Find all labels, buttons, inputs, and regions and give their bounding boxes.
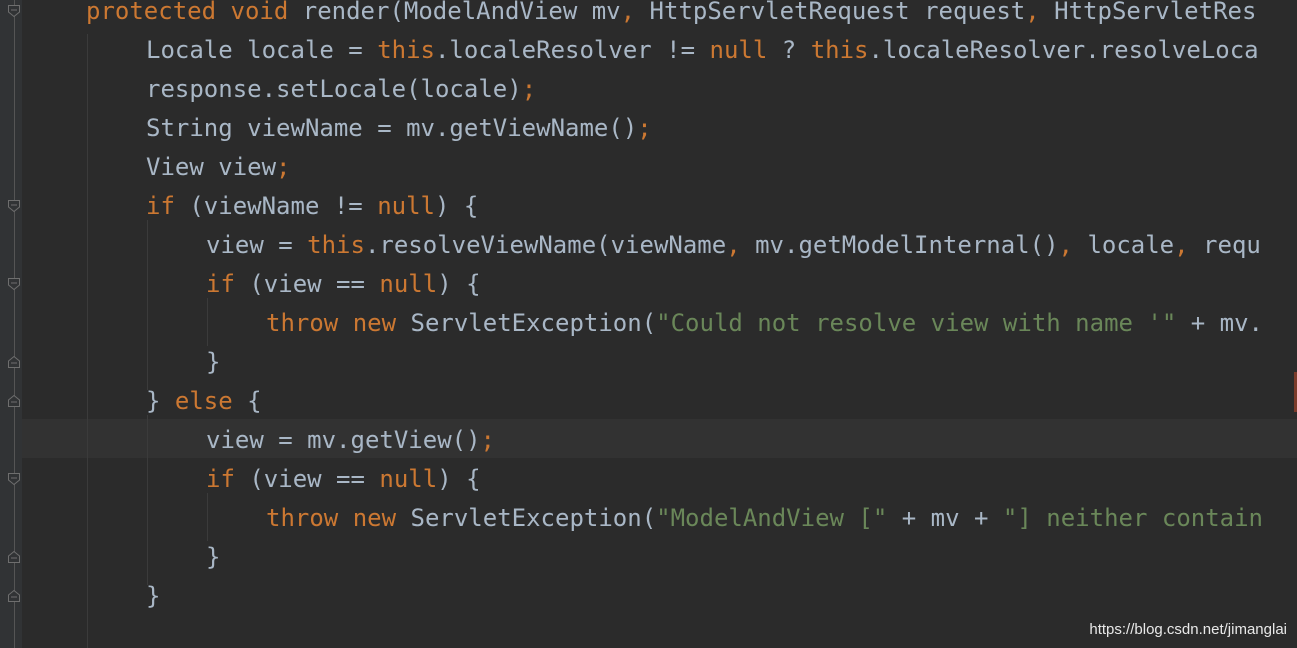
fold-collapse-icon[interactable] [7,199,21,213]
keyword-token: if [206,465,250,493]
indent-guide [207,493,208,541]
indent-guide [147,220,148,390]
code-token: view = mv.getView() [206,426,481,454]
code-token: ) { [437,270,481,298]
code-token: HttpServletRequest request [649,0,1026,25]
keyword-token: null [379,270,438,298]
code-token: View view [146,153,277,181]
code-token: requ [1203,231,1261,259]
fold-collapse-icon[interactable] [7,277,21,291]
code-editor[interactable]: protected void render(ModelAndView mv, H… [0,0,1297,648]
code-token: (view == [249,270,380,298]
code-line[interactable]: protected void render(ModelAndView mv, H… [86,0,1256,31]
fold-end-icon[interactable] [7,355,21,369]
code-token: (viewName != [189,192,378,220]
keyword-token: null [379,465,438,493]
keyword-token: ; [276,153,291,181]
code-line[interactable]: throw new ServletException("ModelAndView… [266,499,1263,538]
code-token: .localeResolver != [434,36,710,64]
keyword-token: if [146,192,190,220]
code-token: } [206,543,221,571]
indent-guide [207,298,208,346]
code-token: { [247,387,262,415]
keyword-token: ; [480,426,495,454]
code-line[interactable]: if (viewName != null) { [146,187,478,226]
code-token: response.setLocale(locale) [146,75,522,103]
fold-collapse-icon[interactable] [7,4,21,18]
code-token: } [146,582,161,610]
keyword-token: , [1058,231,1088,259]
code-line[interactable]: if (view == null) { [206,265,481,304]
indent-guide [87,34,88,648]
code-token: mv.getModelInternal() [755,231,1059,259]
code-token: String viewName = mv.getViewName() [146,114,638,142]
fold-end-icon[interactable] [7,589,21,603]
string-token: "ModelAndView [" [656,504,888,532]
keyword-token: this [377,36,435,64]
code-line[interactable]: String viewName = mv.getViewName(); [146,109,652,148]
keyword-token: ; [637,114,652,142]
code-line[interactable]: } [146,577,160,616]
code-token: locale [1087,231,1175,259]
code-token: ServletException( [410,504,657,532]
code-line[interactable]: View view; [146,148,291,187]
string-token: "] neither contain [1002,504,1264,532]
code-token: + mv. [1176,309,1264,337]
code-line[interactable]: view = mv.getView(); [206,421,495,460]
keyword-token: , [1174,231,1204,259]
code-token: view = [206,231,308,259]
keyword-token: throw new [266,504,411,532]
fold-end-icon[interactable] [7,394,21,408]
keyword-token: , [726,231,756,259]
code-line[interactable]: throw new ServletException("Could not re… [266,304,1263,343]
string-token: "Could not resolve view with name '" [656,309,1177,337]
keyword-token: if [206,270,250,298]
keyword-token: throw new [266,309,411,337]
code-line[interactable]: view = this.resolveViewName(viewName, mv… [206,226,1261,265]
code-token: ? [767,36,811,64]
code-line[interactable]: } [206,538,220,577]
code-token: (view == [249,465,380,493]
code-line[interactable]: if (view == null) { [206,460,481,499]
code-token: render(ModelAndView mv [302,0,621,25]
fold-collapse-icon[interactable] [7,472,21,486]
keyword-token: null [709,36,768,64]
code-line[interactable]: response.setLocale(locale); [146,70,536,109]
code-line[interactable]: } [206,343,220,382]
code-token: ) { [437,465,481,493]
code-token: + mv + [887,504,1003,532]
watermark-text: https://blog.csdn.net/jimanglai [1089,621,1287,638]
indent-guide [147,415,148,585]
code-token: HttpServletRes [1054,0,1257,25]
code-token: } [206,348,221,376]
code-line[interactable]: } else { [146,382,262,421]
keyword-token: ; [521,75,537,103]
keyword-token: protected void [86,0,303,25]
code-token: ServletException( [410,309,657,337]
code-token: .resolveViewName(viewName [364,231,727,259]
keyword-token: , [1025,0,1055,25]
code-token: ) { [435,192,479,220]
keyword-token: this [810,36,869,64]
keyword-token: null [377,192,435,220]
code-token: } [146,387,175,415]
keyword-token: this [307,231,365,259]
fold-end-icon[interactable] [7,550,21,564]
code-token: .localeResolver.resolveLoca [868,36,1259,64]
keyword-token: , [620,0,650,25]
code-line[interactable]: Locale locale = this.localeResolver != n… [146,31,1259,70]
code-token: Locale locale = [146,36,378,64]
keyword-token: else [174,387,248,415]
